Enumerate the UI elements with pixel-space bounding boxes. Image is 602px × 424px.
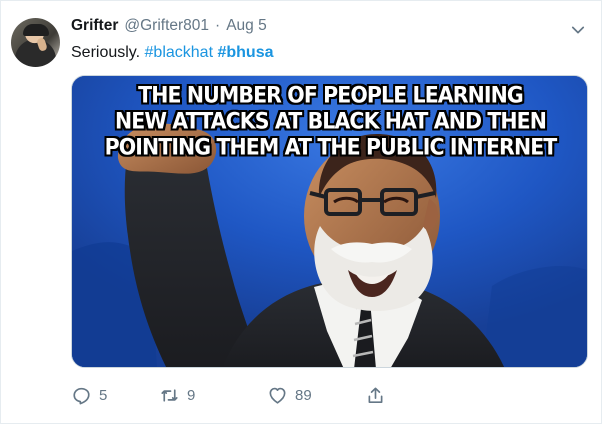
tweet-text: Seriously. #blackhat #bhusa [71, 43, 273, 63]
tweet-card[interactable]: Grifter @Grifter801 · Aug 5 Seriously. #… [0, 0, 602, 424]
cap-shape [23, 24, 49, 36]
meta-separator: · [215, 17, 221, 34]
avatar[interactable] [11, 18, 60, 67]
like-button[interactable]: 89 [267, 381, 312, 409]
share-button[interactable] [365, 381, 386, 409]
tweet-header: Grifter @Grifter801 · Aug 5 [71, 17, 267, 41]
heart-icon [269, 387, 286, 404]
author-handle[interactable]: @Grifter801 [124, 17, 209, 35]
retweet-button[interactable]: 9 [159, 381, 195, 409]
reply-icon [73, 387, 90, 404]
author-name[interactable]: Grifter [71, 17, 118, 35]
reply-button[interactable]: 5 [71, 381, 107, 409]
like-count: 89 [295, 386, 312, 404]
tweet-media-image[interactable]: THE NUMBER OF PEOPLE LEARNING NEW ATTACK… [71, 75, 588, 368]
reply-count: 5 [99, 386, 108, 404]
meme-caption-line: NEW ATTACKS AT BLACK HAT AND THEN [114, 108, 547, 134]
retweet-icon [161, 388, 178, 402]
meme-caption-line: THE NUMBER OF PEOPLE LEARNING [138, 82, 524, 108]
share-icon [368, 386, 383, 403]
hashtag-bhusa[interactable]: #bhusa [217, 44, 273, 61]
meme-caption-line: POINTING THEM AT THE PUBLIC INTERNET [104, 134, 558, 160]
hashtag-blackhat[interactable]: #blackhat [145, 44, 214, 61]
chevron-down-icon[interactable] [569, 21, 587, 39]
tweet-date[interactable]: Aug 5 [226, 17, 267, 35]
hand-shape [36, 37, 48, 52]
tweet-text-prefix: Seriously. [71, 44, 141, 61]
retweet-count: 9 [187, 386, 196, 404]
tweet-actions: 5 9 89 [71, 381, 571, 409]
